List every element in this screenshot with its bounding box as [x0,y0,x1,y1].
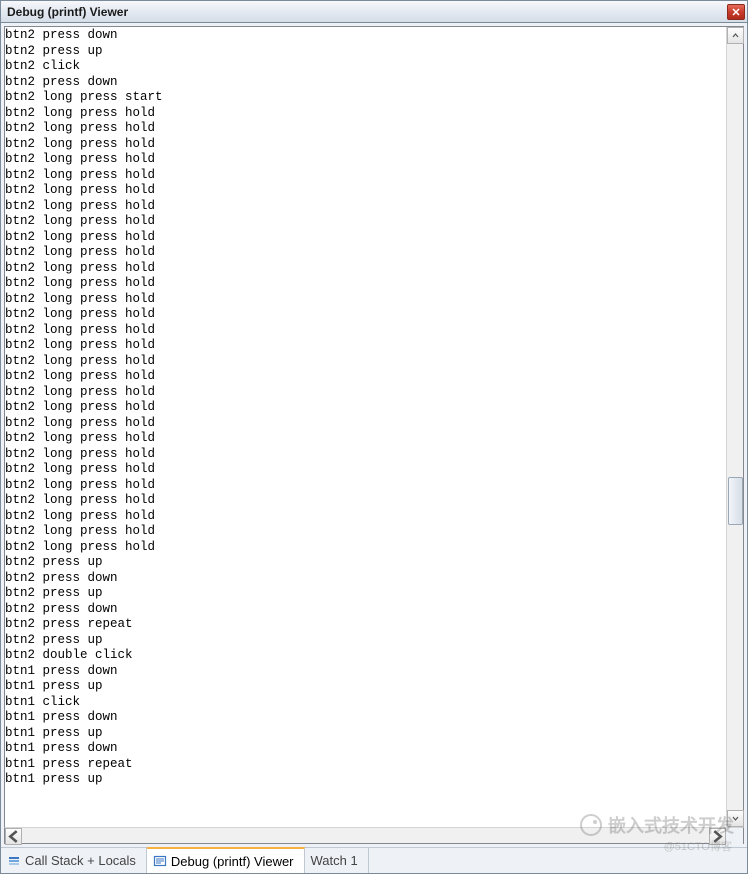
scroll-thumb[interactable] [728,477,743,525]
output-panel: btn2 press down btn2 press up btn2 click… [4,26,744,828]
titlebar[interactable]: Debug (printf) Viewer [1,1,747,23]
horizontal-scrollbar[interactable] [4,827,744,844]
vertical-scrollbar[interactable] [726,27,743,827]
chevron-left-icon [6,829,21,844]
window-frame: Debug (printf) Viewer btn2 press down bt… [0,0,748,874]
tab-watch-1[interactable]: Watch 1 [305,848,369,873]
tab-label: Watch 1 [311,853,358,868]
scroll-up-button[interactable] [727,27,744,44]
stack-icon [7,854,21,868]
chevron-down-icon [732,815,739,822]
tab-debug-printf-viewer[interactable]: Debug (printf) Viewer [147,847,305,873]
output-text[interactable]: btn2 press down btn2 press up btn2 click… [5,27,726,827]
printf-icon [153,854,167,868]
close-icon [732,8,740,16]
scroll-down-button[interactable] [727,810,744,827]
chevron-up-icon [732,32,739,39]
scroll-left-button[interactable] [5,828,22,845]
content-frame: btn2 press down btn2 press up btn2 click… [1,23,747,847]
tab-bar: Call Stack + Locals Debug (printf) Viewe… [1,847,747,873]
close-button[interactable] [727,4,745,20]
tab-label: Debug (printf) Viewer [171,854,294,869]
scrollbar-corner [726,828,743,845]
tab-call-stack-locals[interactable]: Call Stack + Locals [1,848,147,873]
scroll-right-button[interactable] [709,828,726,845]
tab-label: Call Stack + Locals [25,853,136,868]
window-title: Debug (printf) Viewer [7,5,727,19]
chevron-right-icon [710,829,725,844]
